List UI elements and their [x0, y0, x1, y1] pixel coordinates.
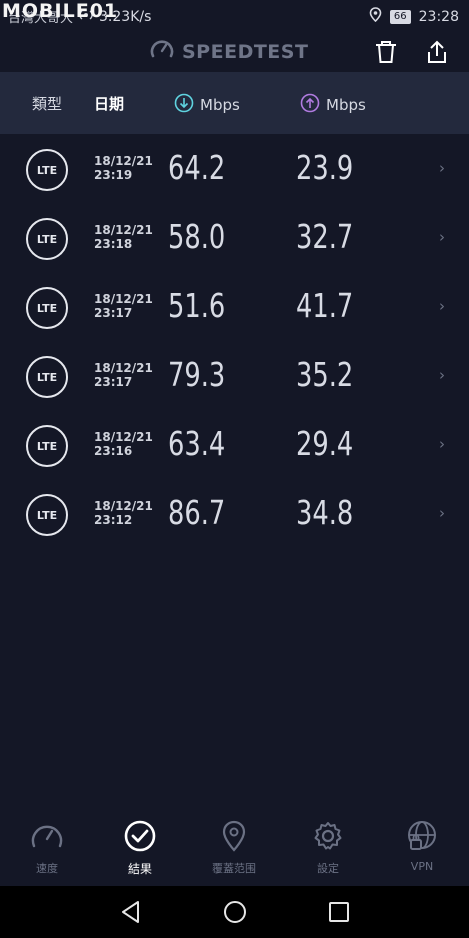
upload-value: 35.2	[296, 355, 354, 394]
header-download[interactable]: Mbps	[174, 93, 240, 117]
download-value: 58.0	[168, 217, 226, 256]
result-row[interactable]: LTE 18/12/21 23:19 64.2 23.9 ›	[0, 134, 469, 203]
header-date[interactable]: 日期	[94, 93, 124, 114]
share-icon[interactable]	[424, 39, 450, 65]
tab-label: 覆蓋范围	[212, 862, 256, 875]
app-brand: SPEEDTEST	[150, 38, 308, 65]
result-time: 23:18	[94, 237, 133, 251]
system-nav-bar	[0, 886, 469, 938]
connection-type-badge: LTE	[26, 356, 68, 398]
tab-label: 設定	[317, 862, 339, 875]
header-upload[interactable]: Mbps	[300, 93, 366, 117]
results-table-header: 類型 日期 Mbps Mbps	[0, 72, 469, 134]
upload-arrow-icon	[300, 93, 320, 117]
speedometer-icon	[150, 38, 174, 65]
result-date: 18/12/21	[94, 499, 153, 513]
app-top-bar: SPEEDTEST	[0, 32, 469, 72]
result-time: 23:19	[94, 168, 133, 182]
battery-indicator: 66	[389, 9, 411, 24]
trash-icon[interactable]	[373, 39, 399, 65]
result-date: 18/12/21	[94, 292, 153, 306]
app-title: SPEEDTEST	[182, 40, 309, 63]
result-row[interactable]: LTE 18/12/21 23:17 51.6 41.7 ›	[0, 272, 469, 341]
connection-type-badge: LTE	[26, 494, 68, 536]
result-row[interactable]: LTE 18/12/21 23:12 86.7 34.8 ›	[0, 479, 469, 548]
chevron-right-icon: ›	[439, 159, 445, 177]
upload-value: 29.4	[296, 424, 354, 463]
result-time: 23:12	[94, 513, 133, 527]
location-icon	[369, 7, 382, 26]
vpn-globe-lock-icon	[405, 821, 439, 856]
clock: 23:28	[418, 8, 459, 25]
result-row[interactable]: LTE 18/12/21 23:16 63.4 29.4 ›	[0, 410, 469, 479]
bottom-tab-bar: 速度 結果 覆蓋范围 設定 VPN	[0, 808, 469, 886]
tab-label: 速度	[36, 862, 58, 875]
status-bar: 台灣大哥大 3.23K/s MOBILE01 66 23:28	[0, 0, 469, 32]
chevron-right-icon: ›	[439, 228, 445, 246]
result-datetime: 18/12/21 23:19	[94, 154, 153, 182]
result-datetime: 18/12/21 23:18	[94, 223, 153, 251]
results-list: LTE 18/12/21 23:19 64.2 23.9 › LTE 18/12/…	[0, 134, 469, 548]
result-date: 18/12/21	[94, 430, 153, 444]
tab-label: 結果	[127, 862, 152, 876]
download-value: 51.6	[168, 286, 226, 325]
watermark: MOBILE01	[2, 0, 119, 22]
connection-type-badge: LTE	[26, 149, 68, 191]
download-value: 63.4	[168, 424, 226, 463]
result-row[interactable]: LTE 18/12/21 23:17 79.3 35.2 ›	[0, 341, 469, 410]
download-value: 86.7	[168, 493, 226, 532]
upload-value: 41.7	[296, 286, 354, 325]
home-icon[interactable]	[222, 899, 248, 925]
upload-value: 23.9	[296, 148, 354, 187]
chevron-right-icon: ›	[439, 504, 445, 522]
tab-label: VPN	[410, 860, 434, 873]
check-circle-icon	[123, 820, 157, 856]
upload-unit: Mbps	[326, 96, 366, 114]
result-datetime: 18/12/21 23:17	[94, 292, 153, 320]
tab-settings[interactable]: 設定	[288, 820, 368, 876]
result-time: 23:17	[94, 306, 133, 320]
result-datetime: 18/12/21 23:16	[94, 430, 153, 458]
result-row[interactable]: LTE 18/12/21 23:18 58.0 32.7 ›	[0, 203, 469, 272]
tab-vpn[interactable]: VPN	[382, 820, 462, 873]
result-datetime: 18/12/21 23:12	[94, 499, 153, 527]
result-time: 23:17	[94, 375, 133, 389]
connection-type-badge: LTE	[26, 218, 68, 260]
header-type[interactable]: 類型	[32, 93, 62, 114]
upload-value: 32.7	[296, 217, 354, 256]
upload-value: 34.8	[296, 493, 354, 532]
download-arrow-icon	[174, 93, 194, 117]
speedometer-icon	[30, 825, 64, 856]
map-pin-icon	[217, 820, 251, 856]
result-time: 23:16	[94, 444, 133, 458]
download-value: 79.3	[168, 355, 226, 394]
chevron-right-icon: ›	[439, 366, 445, 384]
result-date: 18/12/21	[94, 361, 153, 375]
result-date: 18/12/21	[94, 154, 153, 168]
recents-icon[interactable]	[326, 899, 352, 925]
connection-type-badge: LTE	[26, 287, 68, 329]
download-unit: Mbps	[200, 96, 240, 114]
back-icon[interactable]	[118, 899, 144, 925]
connection-type-badge: LTE	[26, 425, 68, 467]
chevron-right-icon: ›	[439, 297, 445, 315]
chevron-right-icon: ›	[439, 435, 445, 453]
result-date: 18/12/21	[94, 223, 153, 237]
result-datetime: 18/12/21 23:17	[94, 361, 153, 389]
download-value: 64.2	[168, 148, 226, 187]
gear-icon	[311, 822, 345, 856]
tab-coverage[interactable]: 覆蓋范围	[194, 820, 274, 876]
tab-results[interactable]: 結果	[100, 820, 180, 877]
tab-speed[interactable]: 速度	[7, 820, 87, 876]
